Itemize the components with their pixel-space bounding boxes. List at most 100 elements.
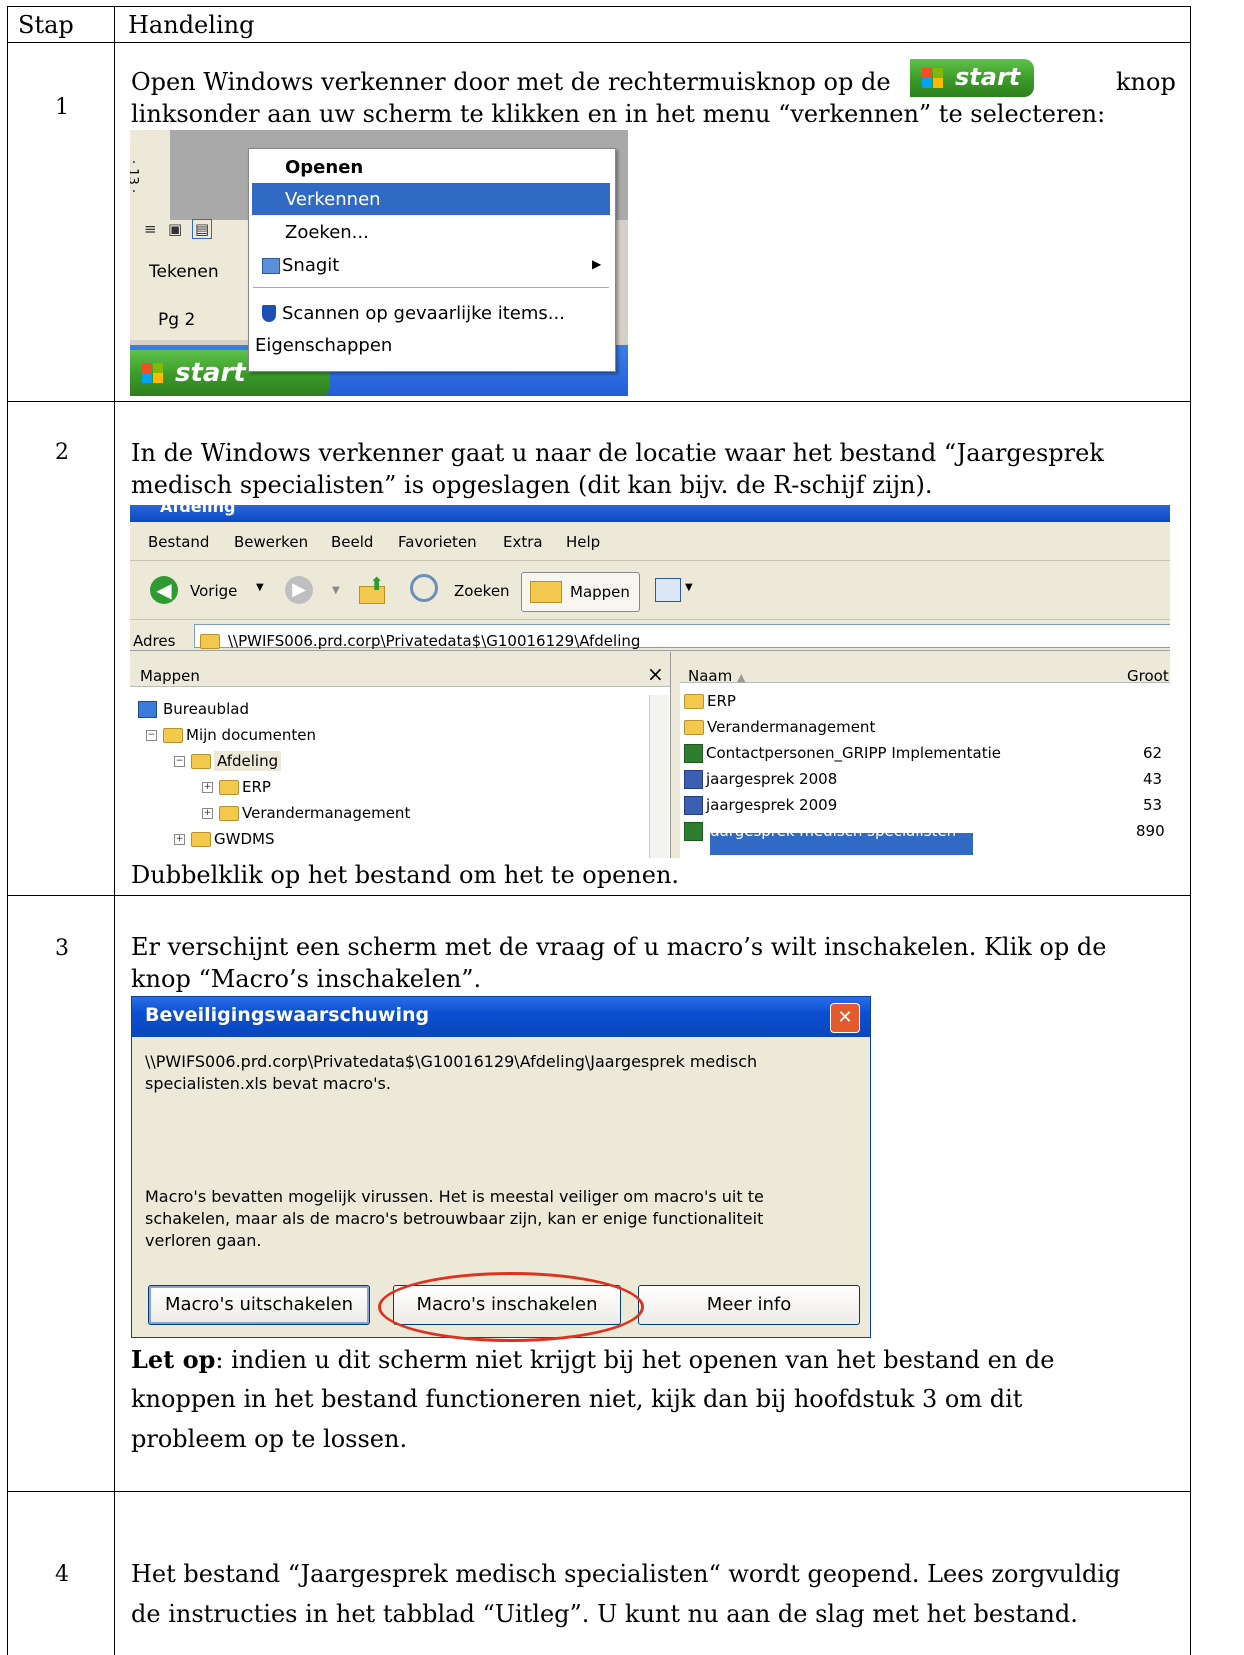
dialog-warning: verloren gaan. xyxy=(145,1231,262,1250)
file-row[interactable]: Verandermanagement xyxy=(684,718,875,736)
address-label: Adres xyxy=(133,632,176,650)
back-label: Vorige xyxy=(190,582,238,600)
up-folder-icon[interactable]: ⬆ xyxy=(357,574,387,604)
folders-pane-header xyxy=(130,652,670,687)
views-button[interactable]: ▼ xyxy=(655,576,703,606)
file-row[interactable]: jaargesprek 2008 xyxy=(684,770,837,789)
tree-item-mijn-documenten[interactable]: − Mijn documenten xyxy=(146,726,316,744)
folder-icon xyxy=(163,728,183,743)
tree-item-verandermanagement[interactable]: + Verandermanagement xyxy=(202,804,410,822)
step-text: In de Windows verkenner gaat u naar de l… xyxy=(131,439,1104,467)
folder-icon xyxy=(219,806,239,821)
start-button: start xyxy=(910,59,1034,97)
dialog-warning: Macro's bevatten mogelijk virussen. Het … xyxy=(145,1187,764,1206)
tree-scrollbar[interactable] xyxy=(649,695,669,858)
column-grootte[interactable]: Groot xyxy=(1127,667,1169,685)
file-size: 62 xyxy=(1143,744,1163,762)
dialog-close-button[interactable]: ✕ xyxy=(830,1003,860,1033)
folders-pane-title: Mappen xyxy=(140,667,200,685)
views-icon xyxy=(655,578,681,602)
folder-icon xyxy=(684,720,704,735)
folder-icon xyxy=(219,780,239,795)
folders-button[interactable]: Mappen xyxy=(521,572,640,612)
context-menu-screenshot: · 13 · ≡ ▣ ▤ Tekenen Pg 2 start xyxy=(130,130,628,396)
tree-item-afdeling[interactable]: − Afdeling xyxy=(174,751,282,771)
note-text: probleem op te lossen. xyxy=(131,1425,408,1453)
menu-item-zoeken[interactable]: Zoeken... xyxy=(285,222,369,243)
menu-item-snagit[interactable]: Snagit xyxy=(282,255,339,276)
layout-view-icon: ▣ xyxy=(168,220,183,238)
table-border xyxy=(114,6,115,1655)
folder-icon xyxy=(191,754,211,769)
menu-bewerken[interactable]: Bewerken xyxy=(234,533,308,551)
normal-view-icon: ≡ xyxy=(144,220,157,238)
collapse-icon[interactable]: − xyxy=(174,756,185,767)
word-file-icon xyxy=(684,796,703,815)
step-number: 3 xyxy=(55,936,69,961)
search-button[interactable]: Zoeken xyxy=(406,572,514,610)
column-header-stap: Stap xyxy=(18,11,74,39)
more-info-button[interactable]: Meer info xyxy=(638,1285,860,1325)
tree-item-erp[interactable]: + ERP xyxy=(202,778,271,796)
word-file-icon xyxy=(684,770,703,789)
table-border xyxy=(7,6,8,1655)
windows-logo-icon xyxy=(922,68,944,88)
step-number: 2 xyxy=(55,440,69,465)
table-border xyxy=(7,1491,1191,1492)
menu-item-scannen[interactable]: Scannen op gevaarlijke items... xyxy=(282,303,565,324)
column-naam[interactable]: Naam ▲ xyxy=(688,667,745,685)
outline-view-icon: ▤ xyxy=(192,219,213,239)
back-arrow-icon: ◀ xyxy=(150,576,178,604)
file-row[interactable]: jaargesprek 2009 xyxy=(684,796,837,815)
file-row[interactable]: ERP xyxy=(684,692,736,710)
menu-extra[interactable]: Extra xyxy=(503,533,543,551)
expand-icon[interactable]: + xyxy=(202,808,213,819)
desktop-icon xyxy=(138,701,157,718)
collapse-icon[interactable]: − xyxy=(146,730,157,741)
step-text: de instructies in het tabblad “Uitleg”. … xyxy=(131,1600,1078,1628)
note-text: knoppen in het bestand functioneren niet… xyxy=(131,1385,1023,1413)
menu-item-eigenschappen[interactable]: Eigenschappen xyxy=(255,335,392,356)
disable-macros-button[interactable]: Macro's uitschakelen xyxy=(148,1285,370,1325)
step-text: knop xyxy=(1116,68,1176,96)
close-icon: ✕ xyxy=(837,1007,853,1028)
back-button[interactable]: ◀ Vorige ▼ xyxy=(146,572,281,610)
step-text: Dubbelklik op het bestand om het te open… xyxy=(131,861,680,889)
chevron-down-icon[interactable]: ▼ xyxy=(332,585,340,596)
snagit-icon xyxy=(262,258,280,274)
file-size: 53 xyxy=(1143,796,1163,814)
menu-item-openen[interactable]: Openen xyxy=(285,157,363,178)
file-row-selected[interactable]: Jaargesprek medisch specialisten xyxy=(684,822,956,841)
page-indicator: Pg 2 xyxy=(158,310,196,330)
table-border xyxy=(7,895,1191,896)
address-input[interactable]: \\PWIFS006.prd.corp\Privatedata$\G100161… xyxy=(228,632,640,650)
chevron-down-icon: ▼ xyxy=(685,582,693,593)
step-text: Open Windows verkenner door met de recht… xyxy=(131,68,891,96)
tree-item-gwdms[interactable]: + GWDMS xyxy=(174,830,274,848)
shield-icon xyxy=(262,305,276,322)
expand-icon[interactable]: + xyxy=(174,834,185,845)
expand-icon[interactable]: + xyxy=(202,782,213,793)
chevron-down-icon: ▼ xyxy=(256,582,264,593)
menu-item-verkennen[interactable]: Verkennen xyxy=(285,189,381,210)
excel-file-icon xyxy=(684,822,703,841)
forward-arrow-icon[interactable]: ▶ xyxy=(285,576,313,604)
view-buttons: ≡ ▣ ▤ xyxy=(144,219,244,242)
address-folder-icon xyxy=(200,634,220,649)
table-border xyxy=(7,42,1191,43)
menu-bestand[interactable]: Bestand xyxy=(148,533,209,551)
file-size: 43 xyxy=(1143,770,1163,788)
step-text: linksonder aan uw scherm te klikken en i… xyxy=(131,100,1106,128)
submenu-arrow-icon: ▶ xyxy=(592,257,602,271)
folders-label: Mappen xyxy=(570,583,630,601)
tree-item-bureaublad[interactable]: Bureaublad xyxy=(138,700,249,718)
explorer-titlebar xyxy=(130,505,1170,522)
menu-beeld[interactable]: Beeld xyxy=(331,533,373,551)
menu-favorieten[interactable]: Favorieten xyxy=(398,533,477,551)
file-row[interactable]: Contactpersonen_GRIPP Implementatie xyxy=(684,744,1001,763)
table-border xyxy=(7,401,1191,402)
close-icon[interactable]: × xyxy=(647,662,664,686)
ruler-text: · 13 · xyxy=(130,160,140,193)
taskbar-start-label: start xyxy=(175,358,246,388)
menu-help[interactable]: Help xyxy=(566,533,600,551)
